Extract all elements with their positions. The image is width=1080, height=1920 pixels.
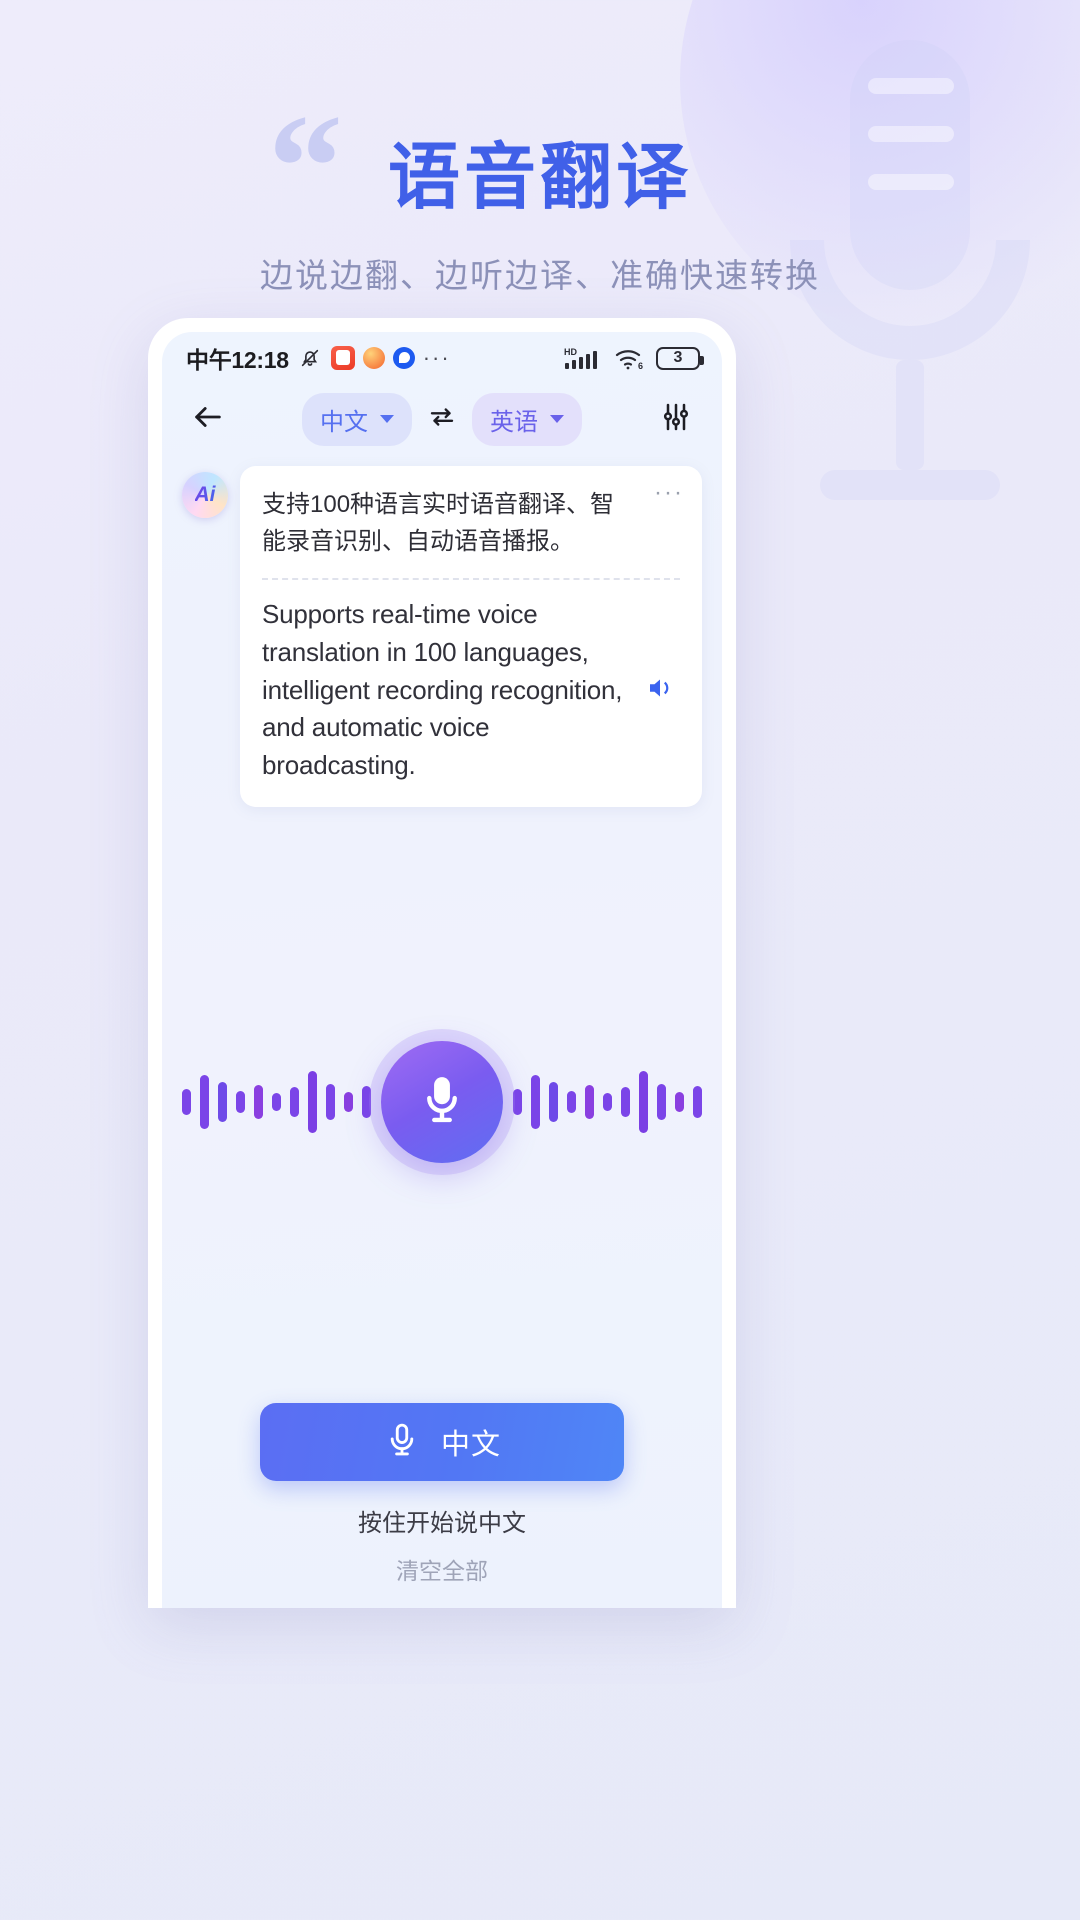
- push-to-talk-hint: 按住开始说中文: [358, 1510, 526, 1537]
- signal-hd-icon: HD: [564, 345, 604, 371]
- speaker-icon: [643, 673, 677, 708]
- arrow-left-icon: [191, 400, 225, 439]
- page-title: 语音翻译: [387, 138, 692, 218]
- language-selector: 中文 英语: [240, 392, 644, 446]
- conversation-area: Ai ··· 支持100种语言实时语音翻译、智能录音识别、自动语音播报。 Sup…: [162, 454, 722, 807]
- microphone-icon: [383, 1421, 421, 1464]
- avatar: Ai: [182, 472, 228, 518]
- settings-button[interactable]: [654, 397, 698, 441]
- hero-section: “ 语音翻译 边说边翻、边听边译、准确快速转换: [0, 70, 1080, 297]
- source-language-label: 中文: [320, 408, 368, 436]
- chevron-down-icon: [380, 415, 394, 423]
- translation-row: Supports real-time voice translation in …: [262, 596, 680, 784]
- chevron-down-icon: [550, 415, 564, 423]
- clear-all-button[interactable]: 清空全部: [162, 1552, 722, 1586]
- page-subtitle: 边说边翻、边听边译、准确快速转换: [260, 257, 820, 294]
- app-red-icon: [330, 346, 355, 370]
- translated-text: Supports real-time voice translation in …: [262, 599, 623, 781]
- app-orange-icon: [362, 347, 385, 369]
- bell-muted-icon: [297, 345, 323, 371]
- status-bar-right: HD 6 3: [564, 345, 704, 371]
- bubble-divider: [262, 578, 680, 581]
- waveform-left: [182, 1057, 371, 1147]
- status-time: 中午12:18: [186, 347, 289, 373]
- target-language-label: 英语: [490, 408, 538, 436]
- waveform-right: [513, 1057, 702, 1147]
- battery-indicator: 3: [656, 346, 704, 370]
- play-audio-button[interactable]: [640, 673, 680, 708]
- recorder-zone: [162, 1022, 722, 1182]
- source-language-dropdown[interactable]: 中文: [302, 392, 412, 446]
- microphone-icon: [414, 1072, 470, 1133]
- message-menu-button[interactable]: ···: [654, 481, 684, 505]
- swap-languages-button[interactable]: [425, 402, 459, 436]
- bottom-controls: 中文 按住开始说中文 清空全部: [162, 1403, 722, 1608]
- status-overflow-dots: ···: [422, 345, 451, 370]
- phone-frame: 中午12:18 ··· HD 6 3 中文 英语 Ai ··· 支持100种语言…: [148, 318, 736, 1608]
- target-language-dropdown[interactable]: 英语: [472, 392, 582, 446]
- push-to-talk-button[interactable]: 中文: [260, 1403, 624, 1481]
- record-button[interactable]: [381, 1041, 503, 1163]
- svg-text:6: 6: [638, 361, 643, 371]
- app-navbar: 中文 英语: [162, 384, 722, 454]
- app-blue-icon: [392, 347, 415, 369]
- back-button[interactable]: [186, 397, 230, 441]
- svg-text:HD: HD: [564, 347, 577, 357]
- wifi-icon: 6: [614, 345, 646, 371]
- status-bar-left: 中午12:18 ···: [186, 341, 451, 375]
- battery-level: 3: [673, 349, 683, 366]
- source-text: 支持100种语言实时语音翻译、智能录音识别、自动语音播报。: [262, 491, 615, 556]
- sliders-icon: [660, 401, 692, 438]
- message-bubble[interactable]: ··· 支持100种语言实时语音翻译、智能录音识别、自动语音播报。 Suppor…: [240, 466, 702, 807]
- push-to-talk-label: 中文: [440, 1429, 501, 1461]
- status-bar: 中午12:18 ··· HD 6 3: [162, 332, 722, 384]
- avatar-label: Ai: [194, 483, 216, 506]
- phone-screen: 中午12:18 ··· HD 6 3 中文 英语 Ai ··· 支持100种语言…: [162, 332, 722, 1608]
- swap-horizontal-icon: [427, 402, 457, 437]
